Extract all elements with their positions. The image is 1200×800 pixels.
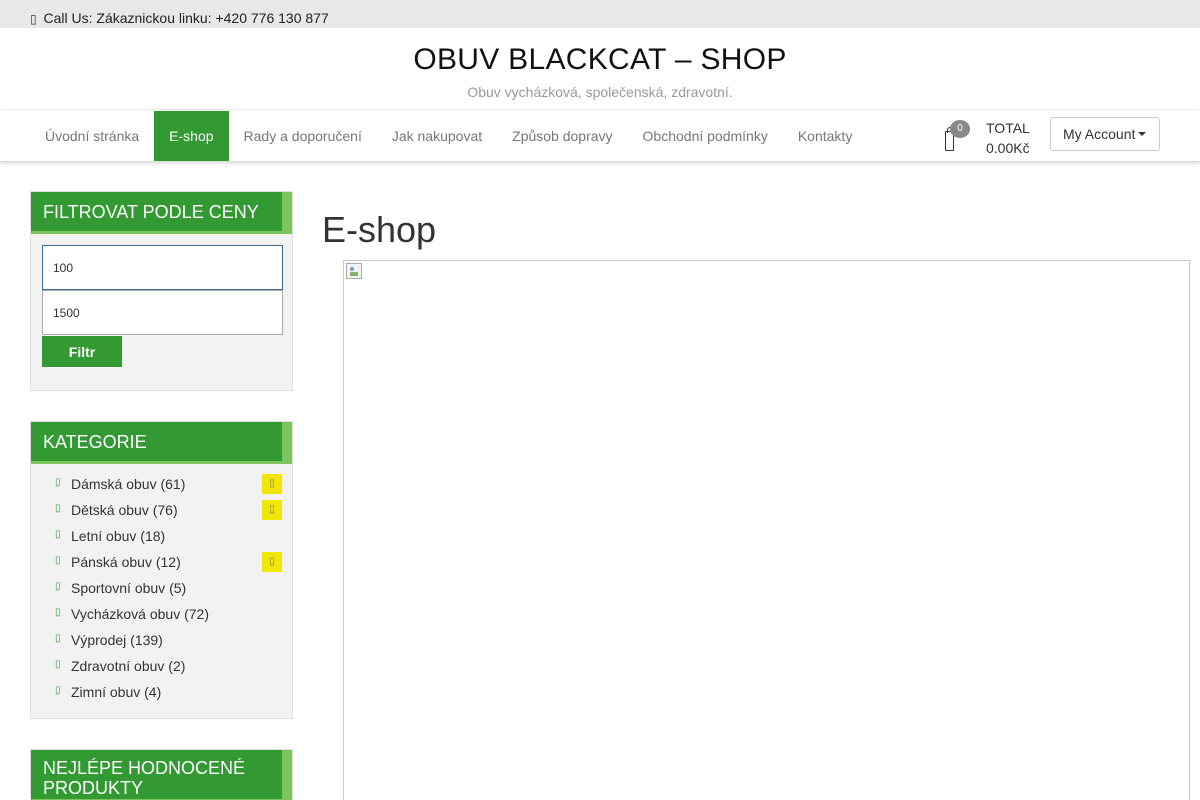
- price-filter-widget: FILTROVAT PODLE CENY Filtr: [30, 191, 293, 391]
- nav-item-rady-a-doporuceni[interactable]: Rady a doporučení: [229, 111, 377, 161]
- category-link[interactable]: Vycházková obuv (72): [71, 606, 209, 622]
- category-item-zimni-obuv: ▯ Zimní obuv (4): [31, 682, 294, 708]
- top-rated-title: NEJLÉPE HODNOCENÉ PRODUKTY: [31, 750, 292, 800]
- category-link[interactable]: Pánská obuv (12): [71, 554, 181, 570]
- site-tagline: Obuv vycházková, společenská, zdravotní.: [467, 84, 733, 100]
- top-rated-title-line-1: NEJLÉPE HODNOCENÉ: [43, 758, 246, 778]
- site-title[interactable]: OBUV BLACKCAT – SHOP: [0, 43, 1200, 77]
- category-item-damska-obuv: ▯ Dámská obuv (61) ▯: [31, 474, 294, 500]
- category-link[interactable]: Zdravotní obuv (2): [71, 658, 185, 674]
- chevron-right-icon: ▯: [55, 581, 61, 592]
- category-link[interactable]: Dámská obuv (61): [71, 476, 185, 492]
- categories-widget: KATEGORIE ▯ Dámská obuv (61) ▯ ▯ Dětská …: [30, 421, 293, 719]
- shop-banner-image: [343, 260, 1190, 800]
- page-title: E-shop: [322, 209, 437, 250]
- expand-icon[interactable]: ▯: [262, 552, 282, 572]
- category-link[interactable]: Výprodej (139): [71, 632, 163, 648]
- nav-item-uvodni-stranka[interactable]: Úvodní stránka: [30, 111, 154, 161]
- phone-icon: ▯: [30, 12, 37, 26]
- nav-item-obchodni-podminky[interactable]: Obchodní podmínky: [628, 111, 783, 161]
- category-item-zdravotni-obuv: ▯ Zdravotní obuv (2): [31, 656, 294, 682]
- max-price-input[interactable]: [42, 290, 283, 335]
- category-link[interactable]: Zimní obuv (4): [71, 684, 161, 700]
- chevron-right-icon: ▯: [55, 555, 61, 566]
- top-bar: ▯ Call Us: Zákaznickou linku: +420 776 1…: [0, 0, 1200, 28]
- min-price-input[interactable]: [42, 245, 283, 290]
- call-us-label: Call Us: Zákaznickou linku: +420 776 130…: [43, 10, 329, 26]
- chevron-right-icon: ▯: [55, 633, 61, 644]
- caret-down-icon: [1138, 132, 1147, 137]
- cart-total-value: 0.00Kč: [986, 140, 1030, 156]
- category-item-vychazkova-obuv: ▯ Vycházková obuv (72): [31, 604, 294, 630]
- category-item-panska-obuv: ▯ Pánská obuv (12) ▯: [31, 552, 294, 578]
- my-account-dropdown[interactable]: My Account: [1050, 117, 1160, 151]
- category-item-sportovni-obuv: ▯ Sportovní obuv (5): [31, 578, 294, 604]
- top-rated-title-line-2: PRODUKTY: [43, 778, 144, 798]
- call-us-text: ▯ Call Us: Zákaznickou linku: +420 776 1…: [30, 10, 329, 26]
- nav-item-jak-nakupovat[interactable]: Jak nakupovat: [377, 111, 497, 161]
- main-navigation: Úvodní stránka E-shop Rady a doporučení …: [0, 110, 1200, 162]
- category-link[interactable]: Letní obuv (18): [71, 528, 165, 544]
- nav-item-e-shop[interactable]: E-shop: [154, 111, 229, 161]
- filter-button[interactable]: Filtr: [42, 336, 122, 367]
- cart-total[interactable]: TOTAL 0.00Kč: [986, 118, 1030, 158]
- category-item-vyprodej: ▯ Výprodej (139): [31, 630, 294, 656]
- category-list: ▯ Dámská obuv (61) ▯ ▯ Dětská obuv (76) …: [31, 474, 294, 708]
- category-item-detska-obuv: ▯ Dětská obuv (76) ▯: [31, 500, 294, 526]
- chevron-right-icon: ▯: [55, 685, 61, 696]
- chevron-right-icon: ▯: [55, 659, 61, 670]
- cart-total-label: TOTAL: [986, 120, 1030, 136]
- price-filter-title: FILTROVAT PODLE CENY: [31, 192, 292, 234]
- category-item-letni-obuv: ▯ Letní obuv (18): [31, 526, 294, 552]
- expand-icon[interactable]: ▯: [262, 474, 282, 494]
- nav-item-zpusob-dopravy[interactable]: Způsob dopravy: [497, 111, 627, 161]
- chevron-right-icon: ▯: [55, 529, 61, 540]
- cart-button[interactable]: 0: [944, 120, 974, 151]
- nav-menu: Úvodní stránka E-shop Rady a doporučení …: [30, 111, 867, 161]
- chevron-right-icon: ▯: [55, 503, 61, 514]
- expand-icon[interactable]: ▯: [262, 500, 282, 520]
- category-link[interactable]: Dětská obuv (76): [71, 502, 178, 518]
- top-rated-widget: NEJLÉPE HODNOCENÉ PRODUKTY: [30, 749, 293, 800]
- site-header: OBUV BLACKCAT – SHOP Obuv vycházková, sp…: [0, 28, 1200, 110]
- chevron-right-icon: ▯: [55, 607, 61, 618]
- broken-image-icon: [346, 263, 362, 279]
- categories-title: KATEGORIE: [31, 422, 292, 464]
- my-account-label: My Account: [1063, 126, 1136, 142]
- chevron-right-icon: ▯: [55, 477, 61, 488]
- nav-item-kontakty[interactable]: Kontakty: [783, 111, 867, 161]
- category-link[interactable]: Sportovní obuv (5): [71, 580, 186, 596]
- cart-count-badge: 0: [950, 120, 970, 138]
